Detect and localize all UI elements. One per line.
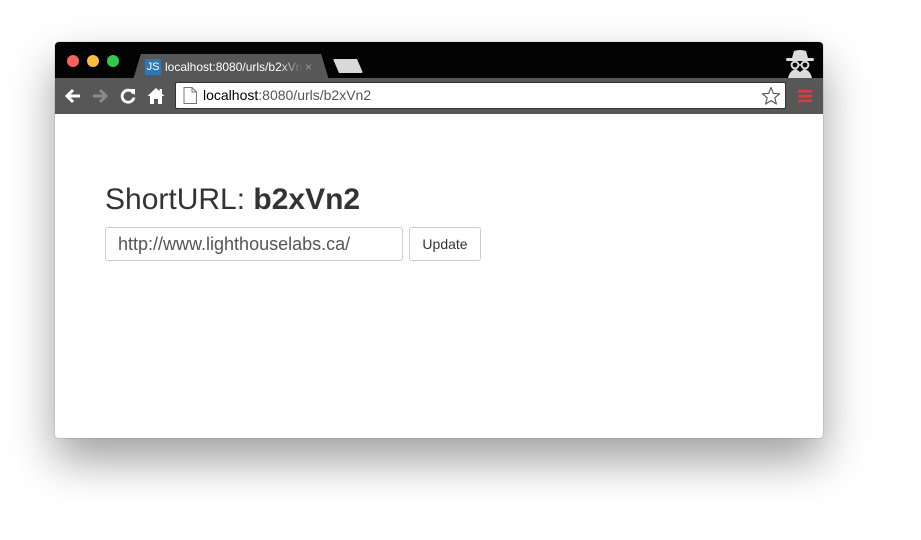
url-host: localhost	[203, 87, 259, 103]
short-code: b2xVn2	[253, 183, 361, 216]
window-minimize-button[interactable]	[87, 55, 99, 67]
window-close-button[interactable]	[67, 55, 79, 67]
star-icon[interactable]	[761, 86, 781, 106]
forward-arrow-icon[interactable]	[90, 86, 110, 106]
heading-label: ShortURL:	[105, 183, 254, 216]
home-icon[interactable]	[146, 86, 166, 106]
browser-window: JS localhost:8080/urls/b2xVn2 × localhos…	[55, 42, 823, 438]
active-tab[interactable]: JS localhost:8080/urls/b2xVn2 ×	[133, 54, 329, 80]
tab-close-icon[interactable]: ×	[305, 60, 312, 75]
tab-favicon-icon: JS	[145, 59, 161, 75]
address-bar-url: localhost:8080/urls/b2xVn2	[203, 87, 371, 104]
window-zoom-button[interactable]	[107, 55, 119, 67]
back-arrow-icon[interactable]	[63, 86, 83, 106]
incognito-icon	[783, 48, 817, 78]
title-bar: JS localhost:8080/urls/b2xVn2 ×	[55, 42, 823, 80]
address-bar[interactable]: localhost:8080/urls/b2xVn2	[175, 82, 786, 109]
page-icon	[183, 87, 197, 104]
reload-icon[interactable]	[118, 86, 138, 106]
new-tab-button[interactable]	[333, 59, 363, 73]
url-path: :8080/urls/b2xVn2	[258, 87, 372, 103]
page-content: ShortURL: b2xVn2 Update	[55, 114, 823, 438]
browser-toolbar: localhost:8080/urls/b2xVn2	[55, 78, 823, 115]
hamburger-menu-icon[interactable]	[797, 88, 813, 104]
long-url-input[interactable]	[105, 227, 403, 261]
update-button[interactable]: Update	[409, 227, 481, 261]
page-heading: ShortURL: b2xVn2	[105, 182, 360, 218]
tab-title: localhost:8080/urls/b2xVn2	[165, 60, 303, 74]
